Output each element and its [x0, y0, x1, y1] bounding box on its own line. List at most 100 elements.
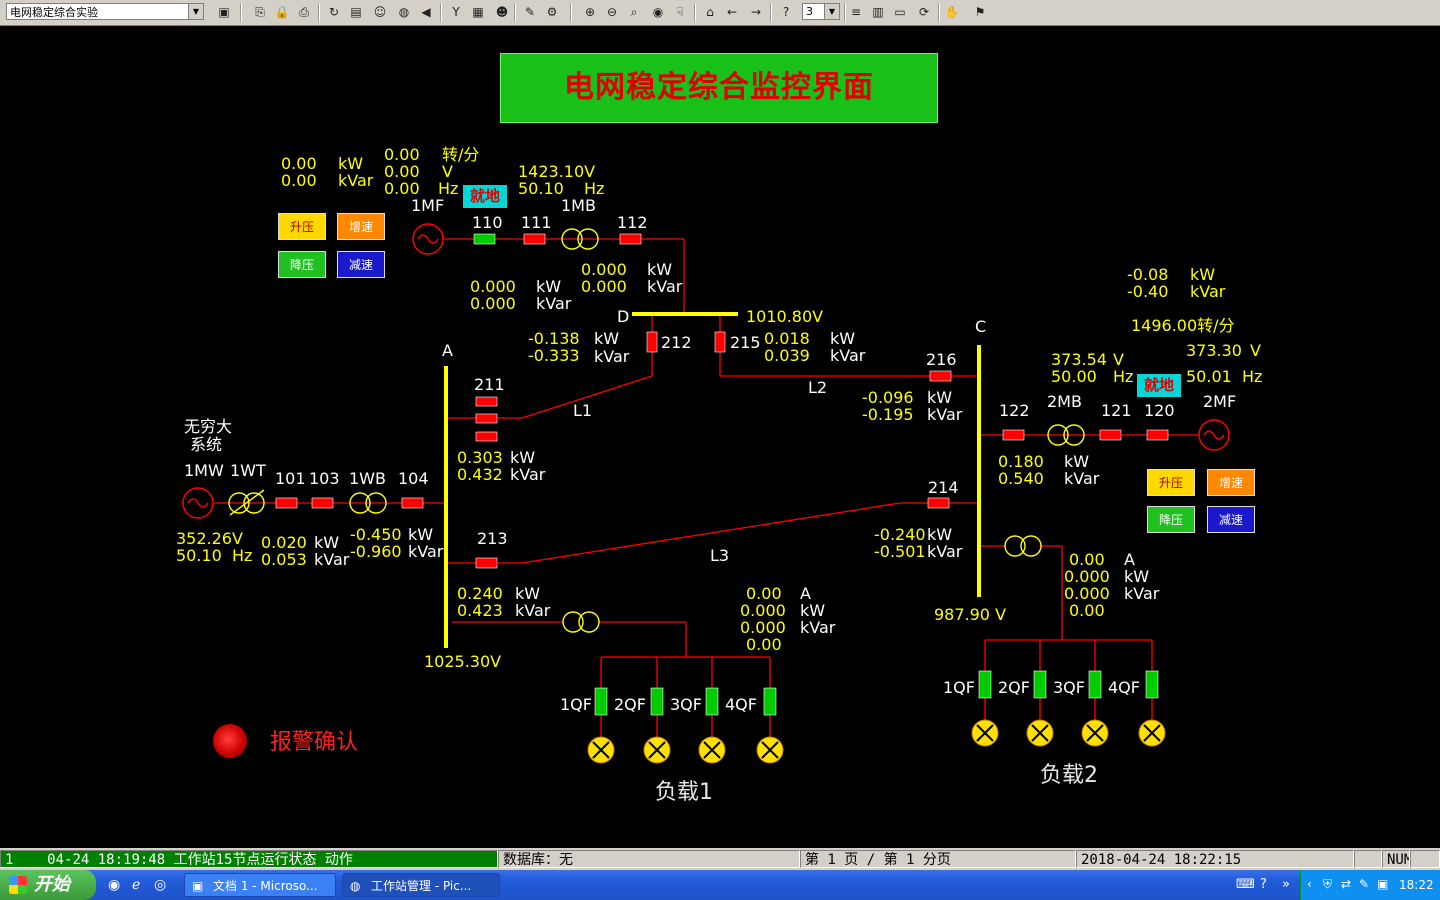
alarm-acknowledge-button[interactable]: 报警确认	[270, 724, 358, 756]
line112-q-unit: kVar	[647, 277, 683, 296]
breaker-212[interactable]	[646, 331, 658, 353]
taskbar-item-word[interactable]: ▣ 文档 1 - Microso...	[184, 873, 336, 897]
load2-current-value: 0.00	[1069, 550, 1105, 569]
breaker-load2-3qf[interactable]	[1088, 670, 1102, 699]
gen2-raise-voltage-button[interactable]: 升压	[1147, 469, 1195, 496]
shield-icon[interactable]: ⛨	[1323, 877, 1332, 892]
load2-q-unit: kVar	[1124, 584, 1160, 603]
infinite-q-unit: kVar	[314, 550, 350, 569]
load1-q-value: 0.000	[740, 618, 786, 637]
breaker-103[interactable]	[311, 497, 334, 509]
breaker-110[interactable]	[473, 233, 496, 245]
load2-name: 负载2	[1040, 763, 1098, 788]
breaker-load2-1qf[interactable]	[978, 670, 992, 699]
gen2-bus-voltage-unit: V	[1113, 350, 1124, 369]
generator-1mf-icon[interactable]	[412, 223, 444, 255]
network-icon[interactable]: ⇄	[1341, 877, 1351, 891]
lamp-load2-2-icon	[1026, 719, 1054, 747]
load1-current-unit: A	[800, 584, 811, 603]
switch-214-label: 214	[928, 478, 959, 497]
infinite-p-value: 0.020	[261, 533, 307, 552]
gen1-local-badge[interactable]: 就地	[463, 185, 507, 208]
gen2-bus-freq-value: 50.00	[1051, 367, 1097, 386]
label-1wt: 1WT	[230, 461, 266, 480]
bus-c-voltage: 987.90 V	[934, 605, 1007, 624]
gen1-slow-down-button[interactable]: 减速	[337, 251, 385, 278]
bus-c-label: C	[975, 317, 987, 336]
gen1-speed-up-button[interactable]: 增速	[337, 213, 385, 240]
infinite-freq-unit: Hz	[232, 546, 253, 565]
load1-name: 负载1	[655, 780, 713, 805]
breaker-211-c[interactable]	[475, 431, 498, 442]
breaker-120[interactable]	[1146, 429, 1169, 441]
breaker-214[interactable]	[927, 497, 950, 509]
sw215-q-value: 0.039	[764, 346, 810, 365]
gen2-gen-voltage-unit: V	[1250, 341, 1261, 360]
switch-213-label: 213	[477, 529, 508, 548]
generator-2mf-icon[interactable]	[1198, 419, 1230, 451]
gen2-slow-down-button[interactable]: 减速	[1207, 506, 1255, 533]
gen1-speed-value: 0.00	[384, 145, 420, 164]
line-l1-label: L1	[573, 401, 593, 420]
infinite-source-icon	[182, 487, 214, 519]
breaker-216[interactable]	[929, 370, 952, 382]
gen1-lower-voltage-button[interactable]: 降压	[278, 251, 326, 278]
lamp-load1-2-icon	[643, 736, 671, 764]
breaker-213[interactable]	[475, 557, 498, 569]
breaker-211-a[interactable]	[475, 396, 498, 407]
gen2-q-value: -0.40	[1127, 282, 1169, 301]
gen1-meter2-p-unit: kW	[536, 277, 562, 296]
bus-d	[632, 312, 738, 316]
bus-c	[977, 345, 981, 597]
breaker-load1-3qf[interactable]	[705, 687, 719, 716]
breaker-215[interactable]	[714, 331, 726, 353]
label-1mw: 1MW	[184, 461, 224, 480]
gen1-raise-voltage-button[interactable]: 升压	[278, 213, 326, 240]
gen2-mf-label: 2MF	[1203, 392, 1237, 411]
alarm-light-icon[interactable]	[213, 724, 247, 758]
gen2-speed-up-button[interactable]: 增速	[1207, 469, 1255, 496]
gen2-q-unit: kVar	[1190, 282, 1226, 301]
word-icon: ▣	[192, 879, 204, 893]
breaker-101[interactable]	[275, 497, 298, 509]
breaker-112[interactable]	[619, 233, 642, 245]
load2-1qf-label: 1QF	[943, 678, 975, 697]
tray-expand-icon[interactable]: »	[1282, 877, 1290, 892]
gen2-bus-freq-unit: Hz	[1113, 367, 1134, 386]
lamp-load2-1-icon	[971, 719, 999, 747]
breaker-load2-2qf[interactable]	[1033, 670, 1047, 699]
gen1-bus-freq-unit: Hz	[584, 179, 605, 198]
gen1-speed-unit: 转/分	[442, 145, 480, 164]
breaker-121[interactable]	[1099, 429, 1122, 441]
media-player-icon[interactable]: ◉	[108, 877, 120, 893]
gen1-volt-value: 0.00	[384, 162, 420, 181]
keyboard-icon[interactable]: ⌨	[1236, 877, 1255, 892]
gen2-mb-label: 2MB	[1047, 392, 1082, 411]
ie-icon[interactable]: ℯ	[132, 877, 140, 893]
breaker-load1-2qf[interactable]	[650, 687, 664, 716]
breaker-load1-1qf[interactable]	[594, 687, 608, 716]
load1-p-unit: kW	[800, 601, 826, 620]
load2-current-unit: A	[1124, 550, 1135, 569]
gen2-lower-voltage-button[interactable]: 降压	[1147, 506, 1195, 533]
help-icon[interactable]: ?	[1260, 877, 1267, 892]
start-button[interactable]: 开始	[0, 870, 96, 900]
infinite-system-name-1: 无穷大	[184, 417, 233, 436]
switch-122-label: 122	[999, 401, 1030, 420]
monitor-icon[interactable]: ▣	[1377, 877, 1388, 891]
load2-3qf-label: 3QF	[1053, 678, 1085, 697]
sw211-p-unit: kW	[510, 448, 536, 467]
chevron-left-icon[interactable]: ‹	[1307, 877, 1312, 891]
breaker-load2-4qf[interactable]	[1145, 670, 1159, 699]
breaker-load1-4qf[interactable]	[763, 687, 777, 716]
system-tray: ‹ ⛨ ⇄ ✎ ▣ 18:22	[1300, 870, 1440, 900]
tool-icon[interactable]: ✎	[1359, 877, 1369, 891]
breaker-122[interactable]	[1002, 429, 1025, 441]
gen2-local-badge[interactable]: 就地	[1137, 374, 1181, 397]
breaker-211-b[interactable]	[475, 413, 498, 424]
browser-icon[interactable]: ◎	[154, 877, 166, 893]
breaker-111[interactable]	[523, 233, 546, 245]
breaker-104[interactable]	[401, 497, 424, 509]
taskbar-item-workstation[interactable]: ◍ 工作站管理 - Pic...	[342, 873, 500, 897]
gen1-meter2-q-value: 0.000	[470, 294, 516, 313]
